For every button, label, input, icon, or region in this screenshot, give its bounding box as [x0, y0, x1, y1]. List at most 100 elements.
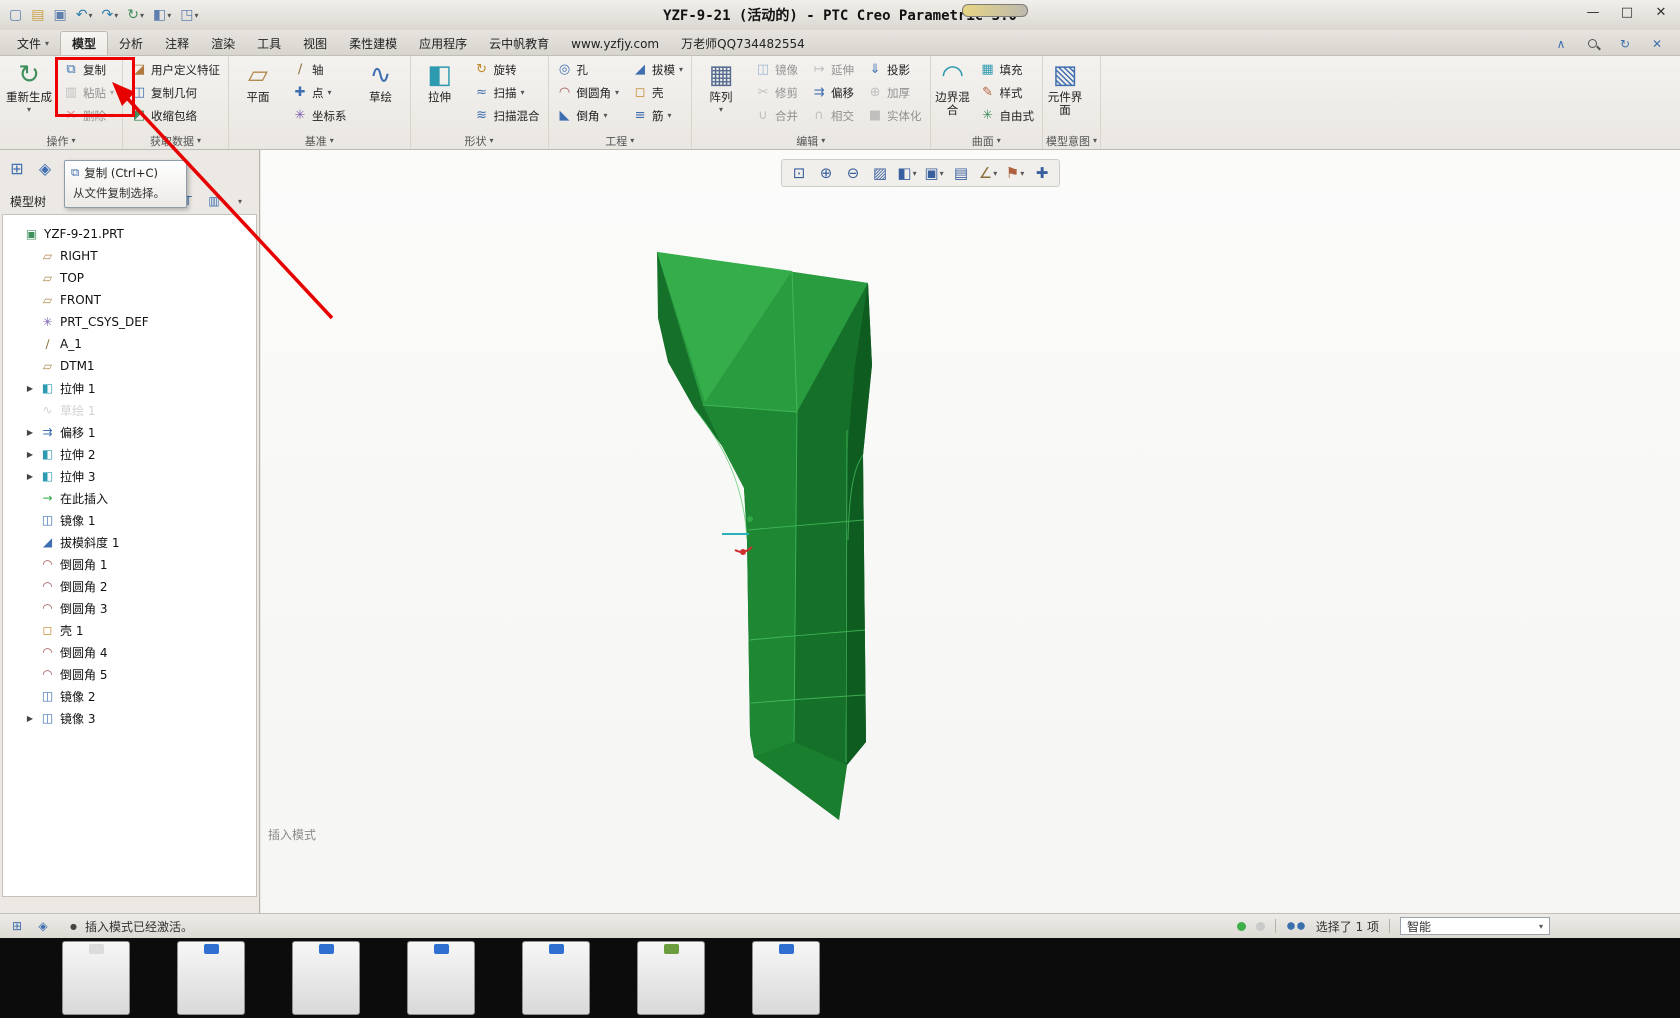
ribbon-group-label-shapes[interactable]: 形状▾ [414, 132, 545, 149]
ribbon-button-component-interface[interactable]: ▧元件界面 [1046, 58, 1084, 117]
ribbon-button-intersect[interactable]: ∩相交 [806, 104, 859, 127]
tree-item-offset-1[interactable]: ▶⇉偏移 1 [3, 421, 256, 443]
ribbon-button-csys[interactable]: ✳坐标系 [287, 104, 352, 127]
tree-item-insert-here[interactable]: →在此插入 [3, 487, 256, 509]
taskbar-button-7[interactable] [752, 941, 820, 1015]
selection-filter-combo[interactable]: 智能 ▾ [1400, 917, 1550, 935]
datum-display-button[interactable]: ∠▾ [976, 162, 1000, 184]
ribbon-button-extrude[interactable]: ◧拉伸 [414, 58, 466, 104]
expand-arrow-icon[interactable]: ▶ [25, 384, 35, 393]
tab-render[interactable]: 渲染 [200, 32, 246, 55]
tab-file[interactable]: 文件▾ [6, 32, 60, 55]
tab-teacher[interactable]: 万老师QQ734482554 [670, 32, 816, 55]
annotation-display-button[interactable]: ⚑▾ [1003, 162, 1027, 184]
tree-item-round-5[interactable]: ◠倒圆角 5 [3, 663, 256, 685]
tab-analysis[interactable]: 分析 [108, 32, 154, 55]
repaint-button[interactable]: ▨ [868, 162, 892, 184]
tree-columns-button[interactable]: ▥ [205, 191, 223, 211]
ribbon-button-extend[interactable]: ↦延伸 [806, 58, 859, 81]
ribbon-button-udf[interactable]: ◪用户定义特征 [126, 58, 225, 81]
tree-item-dtm1[interactable]: ▱DTM1 [3, 355, 256, 377]
windows-button[interactable]: ◳▾ [177, 4, 201, 26]
tree-item-round-3[interactable]: ◠倒圆角 3 [3, 597, 256, 619]
tree-item-sketch-1[interactable]: ∿草绘 1 [3, 399, 256, 421]
find-button[interactable] [1584, 34, 1602, 54]
tab-model[interactable]: 模型 [60, 31, 108, 55]
tree-item-round-2[interactable]: ◠倒圆角 2 [3, 575, 256, 597]
taskbar-button-4[interactable] [407, 941, 475, 1015]
open-button[interactable]: ▤ [28, 4, 47, 26]
view-manager-button[interactable]: ▤ [949, 162, 973, 184]
tree-menu-button[interactable]: ▾ [231, 191, 249, 211]
tree-item-a-1[interactable]: ∕A_1 [3, 333, 256, 355]
taskbar-button-5[interactable] [522, 941, 590, 1015]
saved-orientations-button[interactable]: ▣▾ [922, 162, 946, 184]
tab-applications[interactable]: 应用程序 [408, 32, 478, 55]
ribbon-group-label-model-intent[interactable]: 模型意图▾ [1046, 132, 1097, 149]
statusbar-browser-toggle[interactable]: ◈ [34, 916, 52, 936]
tab-flexible-modeling[interactable]: 柔性建模 [338, 32, 408, 55]
taskbar-button-2[interactable] [177, 941, 245, 1015]
taskbar-button-6[interactable] [637, 941, 705, 1015]
expand-arrow-icon[interactable]: ▶ [25, 428, 35, 437]
ribbon-button-round[interactable]: ◠倒圆角▾ [552, 81, 625, 104]
sync-button[interactable]: ↻ [1616, 34, 1634, 54]
redo-button[interactable]: ↷▾ [98, 4, 121, 26]
tree-item-round-4[interactable]: ◠倒圆角 4 [3, 641, 256, 663]
tree-item-extrude-3[interactable]: ▶◧拉伸 3 [3, 465, 256, 487]
statusbar-tree-toggle[interactable]: ⊞ [8, 916, 26, 936]
ribbon-group-label-datum[interactable]: 基准▾ [232, 132, 407, 149]
zoom-out-button[interactable]: ⊖ [841, 162, 865, 184]
expand-arrow-icon[interactable]: ▶ [25, 714, 35, 723]
tab-annotate[interactable]: 注释 [154, 32, 200, 55]
ribbon-button-sweep[interactable]: ≈扫描▾ [469, 81, 545, 104]
display-style-button[interactable]: ◧▾ [895, 162, 919, 184]
ribbon-button-project[interactable]: ⇓投影 [862, 58, 927, 81]
taskbar-button-3[interactable] [292, 941, 360, 1015]
save-button[interactable]: ▣ [50, 4, 69, 26]
minimize-button[interactable]: — [1584, 5, 1602, 20]
tab-website[interactable]: www.yzfjy.com [560, 32, 670, 55]
undo-button[interactable]: ↶▾ [73, 4, 96, 26]
ribbon-button-chamfer[interactable]: ◣倒角▾ [552, 104, 625, 127]
ribbon-button-draft[interactable]: ◢拔模▾ [627, 58, 688, 81]
search-selection-icon[interactable] [1286, 921, 1306, 931]
ribbon-button-thicken[interactable]: ⊕加厚 [862, 81, 927, 104]
ribbon-group-label-operations[interactable]: 操作▾ [3, 132, 119, 149]
ribbon-button-solidify[interactable]: ■实体化 [862, 104, 927, 127]
ribbon-button-offset[interactable]: ⇉偏移 [806, 81, 859, 104]
regenerate-button[interactable]: ↻▾ [124, 4, 147, 26]
model-tree-tab-button[interactable]: ⊞ [8, 159, 26, 179]
new-button[interactable]: ▢ [6, 4, 25, 26]
maximize-button[interactable]: □ [1618, 5, 1636, 20]
utilities-button[interactable]: ✚ [1030, 162, 1054, 184]
ribbon-button-rib[interactable]: ≡筋▾ [627, 104, 688, 127]
close-button[interactable]: ✕ [1652, 5, 1670, 20]
ribbon-button-mirror[interactable]: ◫镜像 [750, 58, 803, 81]
tree-item-front[interactable]: ▱FRONT [3, 289, 256, 311]
ribbon-group-label-get-data[interactable]: 获取数据▾ [126, 132, 225, 149]
ribbon-button-axis[interactable]: ∕轴 [287, 58, 352, 81]
ribbon-button-shrinkwrap[interactable]: ◩收缩包络 [126, 104, 225, 127]
tree-item-root[interactable]: ▣YZF-9-21.PRT [3, 223, 256, 245]
ribbon-button-sketch[interactable]: ∿草绘 [355, 58, 407, 104]
graphics-area[interactable]: ⊡⊕⊖▨◧▾▣▾▤∠▾⚑▾✚ 插入模式 [261, 150, 1680, 913]
ribbon-group-label-editing[interactable]: 编辑▾ [695, 132, 927, 149]
minimize-ribbon-button[interactable]: ∧ [1552, 34, 1570, 54]
tree-item-extrude-1[interactable]: ▶◧拉伸 1 [3, 377, 256, 399]
ribbon-group-label-engineering[interactable]: 工程▾ [552, 132, 689, 149]
model-display-button[interactable]: ◧▾ [150, 4, 174, 26]
ribbon-button-fill[interactable]: ▦填充 [975, 58, 1040, 81]
tree-item-draft-1[interactable]: ◢拔模斜度 1 [3, 531, 256, 553]
expand-arrow-icon[interactable]: ▶ [25, 472, 35, 481]
ribbon-button-pattern[interactable]: ▦阵列▾ [695, 58, 747, 114]
refit-button[interactable]: ⊡ [787, 162, 811, 184]
tab-tools[interactable]: 工具 [246, 32, 292, 55]
ribbon-button-swept-blend[interactable]: ≋扫描混合 [469, 104, 545, 127]
tree-item-extrude-2[interactable]: ▶◧拉伸 2 [3, 443, 256, 465]
ribbon-button-regenerate[interactable]: ↻重新生成▾ [3, 58, 55, 114]
folder-browser-tab-button[interactable]: ◈ [36, 159, 54, 179]
ribbon-button-style[interactable]: ✎样式 [975, 81, 1040, 104]
tree-item-prt-csys-def[interactable]: ✳PRT_CSYS_DEF [3, 311, 256, 333]
ribbon-button-copy-geometry[interactable]: ◫复制几何 [126, 81, 225, 104]
